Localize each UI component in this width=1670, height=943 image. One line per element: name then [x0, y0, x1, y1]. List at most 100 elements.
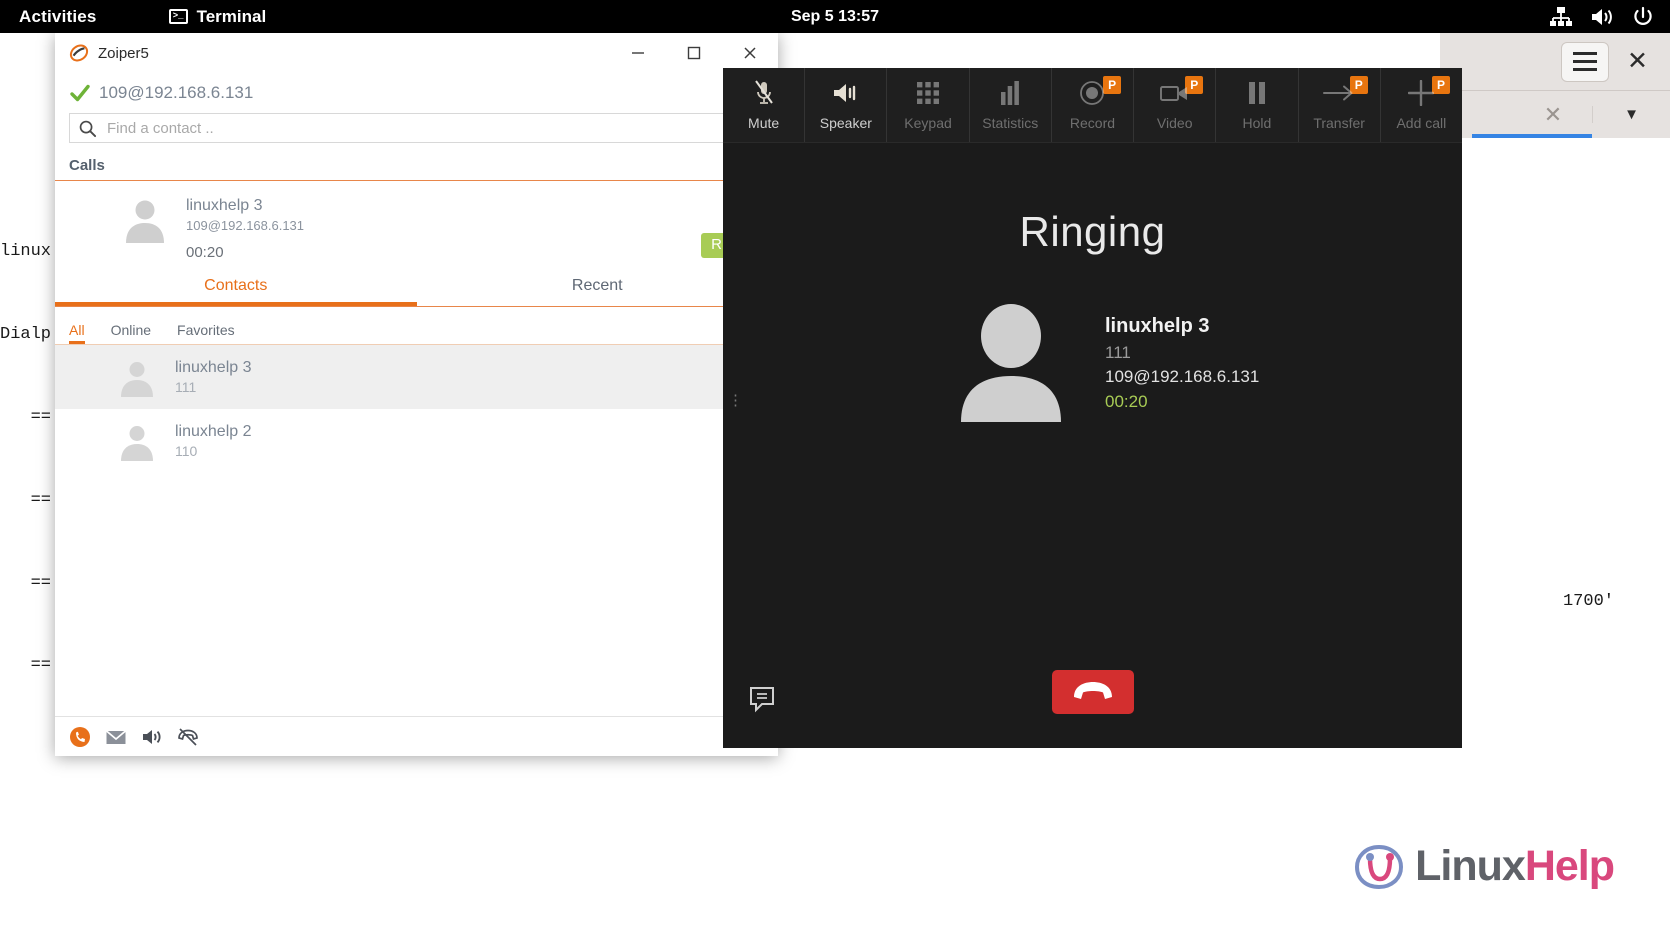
- close-icon[interactable]: ✕: [1627, 49, 1648, 74]
- close-button[interactable]: [722, 33, 778, 73]
- peer-extension: 111: [1105, 342, 1131, 362]
- system-tray: [1550, 0, 1654, 33]
- call-duration: 00:20: [1105, 391, 1148, 411]
- avatar: [121, 362, 153, 397]
- subtab-online[interactable]: Online: [111, 322, 151, 344]
- bar-chart-icon: [999, 80, 1021, 106]
- linuxhelp-logo-icon: [1355, 844, 1404, 889]
- missed-call-icon[interactable]: [177, 726, 199, 748]
- record-label: Record: [1069, 114, 1116, 131]
- statistics-label: Statistics: [982, 114, 1039, 131]
- hold-label: Hold: [1242, 114, 1272, 131]
- minimize-button[interactable]: [610, 33, 666, 73]
- watermark-linux: Linu: [1415, 842, 1503, 890]
- avatar: [126, 200, 164, 243]
- transfer-button[interactable]: P Transfer: [1299, 68, 1381, 142]
- speaker-icon: [832, 80, 860, 106]
- call-toolbar: Mute Speaker Keypad Statistics P Record …: [723, 68, 1462, 143]
- list-item[interactable]: linuxhelp 2 110: [55, 409, 778, 473]
- screen-root: linux Dialp == == == == [Sep linux linux…: [0, 0, 1670, 943]
- linuxhelp-watermark: LinuxHelp: [1353, 842, 1615, 891]
- call-peer-block: linuxhelp 3 111 109@192.168.6.131 00:20: [723, 304, 1462, 422]
- contact-number: 110: [175, 442, 198, 459]
- contact-name: linuxhelp 2: [175, 422, 252, 440]
- power-icon[interactable]: [1632, 6, 1654, 28]
- call-window: Mute Speaker Keypad Statistics P Record …: [723, 68, 1462, 748]
- zoiper-tabs: Contacts Recent: [55, 267, 778, 307]
- video-button[interactable]: P Video: [1134, 68, 1217, 142]
- call-peer-info: linuxhelp 3 111 109@192.168.6.131 00:20: [1105, 312, 1259, 415]
- active-call-uri: 109@192.168.6.131: [186, 218, 305, 233]
- subtab-all[interactable]: All: [69, 322, 85, 344]
- statistics-button[interactable]: Statistics: [970, 68, 1052, 142]
- zoiper-search-row: [55, 113, 778, 143]
- active-app-indicator[interactable]: >_ Terminal: [168, 6, 267, 27]
- zoiper-titlebar[interactable]: Zoiper5: [55, 33, 778, 73]
- call-state-text: Ringing: [1019, 208, 1166, 255]
- dialpad-icon: [916, 80, 940, 106]
- chat-bubble-icon[interactable]: [748, 685, 776, 713]
- watermark-text: LinuxHelp: [1415, 842, 1615, 891]
- active-call-row[interactable]: linuxhelp 3 109@192.168.6.131 00:20 Ring…: [55, 181, 778, 267]
- premium-badge: P: [1431, 76, 1450, 94]
- terminal-tab-content: [1518, 138, 1670, 168]
- zoiper-account-row[interactable]: 109@192.168.6.131: [55, 73, 778, 113]
- zoiper-window: Zoiper5 109@192.168.6.131 Find a contact…: [55, 33, 778, 756]
- search-box[interactable]: [69, 113, 728, 143]
- speaker-label: Speaker: [819, 114, 872, 131]
- keypad-label: Keypad: [904, 114, 952, 131]
- hangup-button[interactable]: [1051, 670, 1134, 714]
- video-camera-icon: [1159, 80, 1190, 106]
- volume-icon[interactable]: [1590, 7, 1614, 27]
- record-button[interactable]: P Record: [1052, 68, 1135, 142]
- terminal-tabbar: ✕ ▼: [1440, 91, 1670, 138]
- tab-contacts[interactable]: Contacts: [55, 267, 417, 306]
- watermark-help: Help: [1524, 842, 1615, 890]
- search-icon: [79, 120, 97, 137]
- subtab-favorites[interactable]: Favorites: [177, 322, 235, 344]
- maximize-button[interactable]: [666, 33, 722, 73]
- contact-name: linuxhelp 3: [175, 358, 252, 376]
- mail-icon[interactable]: [105, 726, 127, 748]
- active-app-label: Terminal: [196, 6, 267, 26]
- mic-muted-icon: [753, 79, 775, 106]
- avatar: [961, 304, 1061, 422]
- contacts-list: linuxhelp 3 111 linuxhelp 2 110: [55, 345, 778, 716]
- video-label: Video: [1156, 114, 1193, 131]
- tab-close-icon[interactable]: ✕: [1514, 102, 1592, 128]
- search-input[interactable]: [107, 119, 719, 137]
- calls-section-header: Calls: [55, 157, 778, 181]
- speaker-button[interactable]: Speaker: [805, 68, 888, 142]
- resize-grip[interactable]: ⋮: [728, 393, 743, 408]
- arrow-right-icon: [1323, 80, 1355, 106]
- volume-icon[interactable]: [141, 726, 163, 748]
- zoiper-logo-icon: [69, 44, 89, 62]
- contact-text: linuxhelp 3 111: [175, 358, 252, 397]
- mute-button[interactable]: Mute: [723, 68, 806, 142]
- premium-badge: P: [1103, 76, 1122, 94]
- peer-name: linuxhelp 3: [1105, 314, 1210, 337]
- hold-button[interactable]: Hold: [1216, 68, 1299, 142]
- phone-icon[interactable]: [69, 726, 91, 748]
- avatar: [121, 426, 153, 461]
- active-call-name: linuxhelp 3: [186, 197, 263, 214]
- pause-icon: [1247, 80, 1267, 106]
- activities-button[interactable]: Activities: [19, 7, 97, 27]
- contact-number: 111: [175, 378, 197, 395]
- transfer-label: Transfer: [1313, 114, 1365, 131]
- clock[interactable]: Sep 5 13:57: [735, 8, 935, 26]
- chevron-down-icon[interactable]: ▼: [1592, 106, 1670, 123]
- keypad-button[interactable]: Keypad: [887, 68, 970, 142]
- hamburger-menu-icon[interactable]: [1561, 41, 1610, 82]
- hangup-icon: [1073, 682, 1112, 699]
- gnome-top-bar: Activities >_ Terminal Sep 5 13:57: [0, 0, 1670, 33]
- peer-uri: 109@192.168.6.131: [1105, 367, 1260, 387]
- zoiper-subtabs: All Online Favorites +: [55, 307, 778, 345]
- list-item[interactable]: linuxhelp 3 111: [55, 345, 778, 409]
- terminal-headerbar: ✕: [1440, 33, 1670, 91]
- contact-text: linuxhelp 2 110: [175, 422, 252, 461]
- network-icon[interactable]: [1550, 6, 1572, 27]
- terminal-right-fragment: 1700': [1562, 592, 1614, 611]
- add-call-button[interactable]: P Add call: [1381, 68, 1462, 142]
